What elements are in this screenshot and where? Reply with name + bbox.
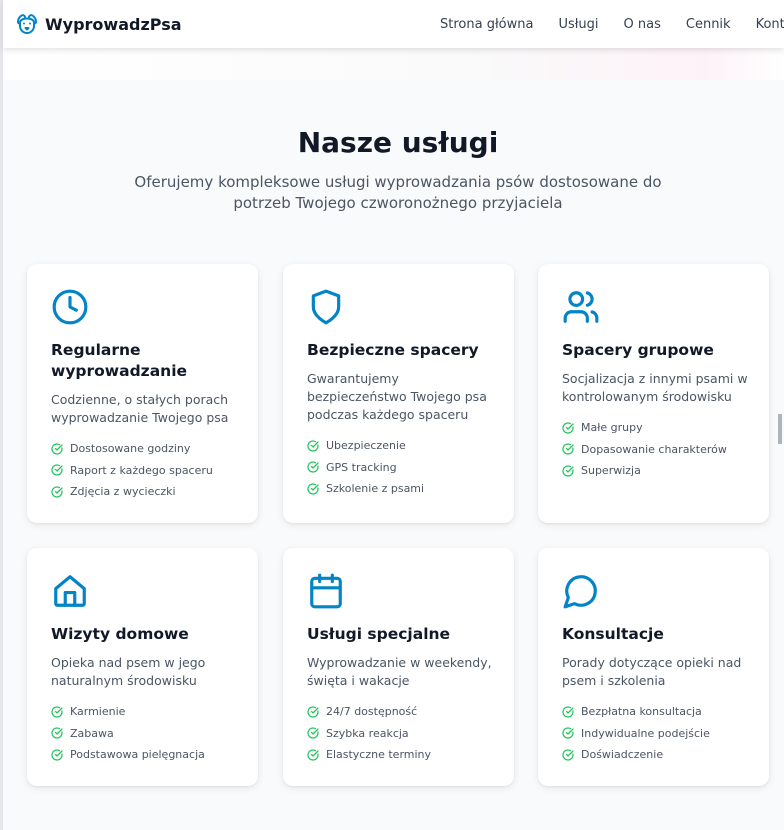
service-card-home-visits: Wizyty domowe Opieka nad psem w jego nat… [27,548,258,786]
card-description: Socjalizacja z innymi psami w kontrolowa… [562,371,748,404]
feature-item: Szkolenie z psami [307,478,494,500]
scrollbar[interactable] [771,0,784,830]
home-icon [51,572,89,610]
feature-label: Szybka reakcja [326,726,409,740]
check-circle-icon [562,706,574,718]
feature-label: Małe grupy [581,421,643,435]
service-card-group-walks: Spacery grupowe Socjalizacja z innymi ps… [538,264,769,523]
check-circle-icon [307,727,319,739]
check-circle-icon [307,749,319,761]
check-circle-icon [51,464,63,476]
card-description: Porady dotyczące opieki nad psem i szkol… [562,655,742,688]
feature-list: Bezpłatna konsultacja Indywidualne podej… [562,701,749,766]
services-section: Nasze usługi Oferujemy kompleksowe usług… [3,80,784,830]
service-card-special: Usługi specjalne Wyprowadzanie w weekend… [283,548,514,786]
feature-item: Doświadczenie [562,744,749,766]
feature-label: Szkolenie z psami [326,482,425,496]
feature-label: Elastyczne terminy [326,748,432,762]
message-circle-icon [562,572,600,610]
section-subtitle: Oferujemy kompleksowe usługi wyprowadzan… [134,173,662,212]
feature-label: 24/7 dostępność [326,705,418,719]
scrollbar-thumb[interactable] [778,414,782,444]
users-icon [562,288,600,326]
feature-list: Dostosowane godziny Raport z każdego spa… [51,438,238,503]
shield-icon [307,288,345,326]
card-description: Wyprowadzanie w weekendy, święta i wakac… [307,655,492,688]
feature-label: Karmienie [70,705,126,719]
feature-label: Zabawa [70,726,114,740]
card-description: Opieka nad psem w jego naturalnym środow… [51,655,206,688]
clock-icon [51,288,89,326]
feature-list: Małe grupy Dopasowanie charakterów Super… [562,417,749,482]
feature-item: Ubezpieczenie [307,435,494,457]
feature-list: Karmienie Zabawa Podstawowa pielęgnacja [51,701,238,766]
check-circle-icon [307,483,319,495]
feature-label: Superwizja [581,464,641,478]
section-title: Nasze usługi [297,126,499,159]
feature-item: Bezpłatna konsultacja [562,701,749,723]
brand-logo[interactable]: WyprowadzPsa [15,12,182,36]
feature-item: 24/7 dostępność [307,701,494,723]
card-title: Usługi specjalne [307,625,451,643]
dog-face-icon [15,12,39,36]
nav-link-about[interactable]: O nas [624,17,661,32]
check-circle-icon [562,749,574,761]
feature-item: Dostosowane godziny [51,438,238,460]
card-title: Bezpieczne spacery [307,341,479,359]
feature-label: Zdjęcia z wycieczki [70,485,176,499]
nav-link-home[interactable]: Strona główna [440,17,533,32]
feature-item: Elastyczne terminy [307,744,494,766]
card-title: Spacery grupowe [562,341,714,359]
check-circle-icon [307,440,319,452]
calendar-icon [307,572,345,610]
card-description: Codzienne, o stałych porach wyprowadzani… [51,392,229,425]
check-circle-icon [51,706,63,718]
service-card-safe-walks: Bezpieczne spacery Gwarantujemy bezpiecz… [283,264,514,523]
service-card-regular: Regularne wyprowadzanie Codzienne, o sta… [27,264,258,523]
feature-item: Zdjęcia z wycieczki [51,481,238,503]
nav-link-services[interactable]: Usługi [558,17,598,32]
feature-label: Bezpłatna konsultacja [581,705,702,719]
navbar: WyprowadzPsa Strona główna Usługi O nas … [3,0,784,48]
check-circle-icon [51,486,63,498]
feature-item: Podstawowa pielęgnacja [51,744,238,766]
check-circle-icon [51,443,63,455]
feature-item: Indywidualne podejście [562,723,749,745]
feature-label: Raport z każdego spaceru [70,463,213,477]
feature-label: Doświadczenie [581,748,664,762]
card-title: Regularne wyprowadzanie [51,341,188,380]
service-card-consulting: Konsultacje Porady dotyczące opieki nad … [538,548,769,786]
check-circle-icon [562,422,574,434]
feature-list: Ubezpieczenie GPS tracking Szkolenie z p… [307,435,494,500]
feature-item: Szybka reakcja [307,723,494,745]
check-circle-icon [307,461,319,473]
feature-label: Indywidualne podejście [581,726,710,740]
check-circle-icon [307,706,319,718]
feature-item: Dopasowanie charakterów [562,439,749,461]
card-title: Konsultacje [562,625,664,643]
feature-label: Dostosowane godziny [70,442,191,456]
feature-item: Małe grupy [562,417,749,439]
feature-label: Podstawowa pielęgnacja [70,748,205,762]
check-circle-icon [562,727,574,739]
feature-label: Dopasowanie charakterów [581,442,727,456]
feature-list: 24/7 dostępność Szybka reakcja Elastyczn… [307,701,494,766]
card-description: Gwarantujemy bezpieczeństwo Twojego psa … [307,371,487,422]
check-circle-icon [51,727,63,739]
check-circle-icon [562,443,574,455]
feature-label: Ubezpieczenie [326,439,406,453]
feature-item: GPS tracking [307,457,494,479]
check-circle-icon [562,465,574,477]
feature-item: Raport z każdego spaceru [51,460,238,482]
feature-item: Superwizja [562,460,749,482]
feature-item: Karmienie [51,701,238,723]
check-circle-icon [51,749,63,761]
feature-label: GPS tracking [326,460,397,474]
brand-name: WyprowadzPsa [45,14,182,34]
feature-item: Zabawa [51,723,238,745]
hero-bottom-strip [3,48,784,80]
nav-link-pricing[interactable]: Cennik [686,17,731,32]
main-nav: Strona główna Usługi O nas Cennik Konta [440,0,784,48]
card-title: Wizyty domowe [51,625,189,643]
